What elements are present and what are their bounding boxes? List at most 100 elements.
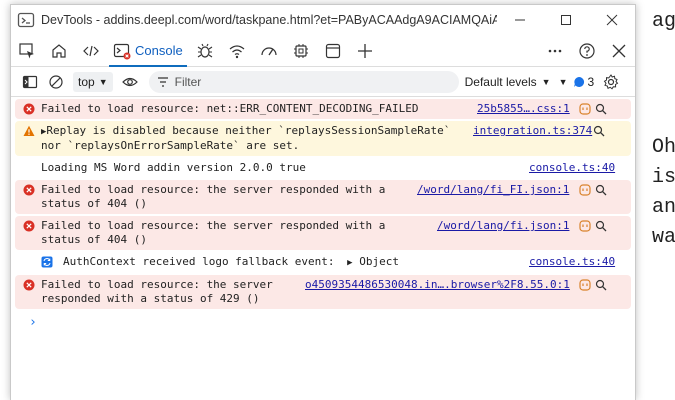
application-icon bbox=[325, 43, 340, 58]
search-icon bbox=[595, 184, 607, 196]
console-settings-button[interactable] bbox=[598, 69, 624, 95]
search-icon bbox=[595, 220, 607, 232]
background-page: ag Oh is an wa bbox=[636, 0, 675, 400]
plus-icon bbox=[357, 43, 372, 58]
console-message-error[interactable]: Failed to load resource: net::ERR_CONTEN… bbox=[15, 99, 631, 119]
filter-field[interactable] bbox=[148, 70, 459, 93]
home-icon bbox=[52, 43, 66, 58]
more-options-button[interactable] bbox=[539, 35, 571, 67]
explain-icon bbox=[579, 220, 591, 232]
prompt-chevron-icon: › bbox=[29, 315, 37, 330]
wifi-icon bbox=[229, 44, 245, 58]
panel-tab-bar: Console bbox=[11, 35, 635, 67]
console-output: Failed to load resource: net::ERR_CONTEN… bbox=[11, 97, 635, 330]
eye-icon bbox=[121, 77, 138, 86]
source-link[interactable]: integration.ts:374 bbox=[473, 124, 592, 138]
source-link[interactable]: console.ts:40 bbox=[529, 161, 615, 175]
log-levels-dropdown[interactable]: Default levels ▼ bbox=[465, 75, 551, 89]
console-prompt-input[interactable]: › bbox=[29, 315, 631, 330]
copilot-explain-button[interactable] bbox=[577, 183, 593, 197]
error-icon bbox=[23, 184, 35, 196]
gear-icon bbox=[603, 73, 619, 90]
background-text-line: wa bbox=[652, 226, 675, 249]
explain-icon bbox=[579, 279, 591, 291]
error-icon bbox=[23, 279, 35, 291]
console-message-error[interactable]: Failed to load resource: the server resp… bbox=[15, 180, 631, 214]
chevron-down-icon: ▼ bbox=[541, 76, 551, 87]
warning-icon bbox=[23, 125, 35, 136]
search-icon bbox=[595, 103, 607, 115]
message-text: Replay is disabled because neither `repl… bbox=[41, 124, 451, 152]
message-text: Failed to load resource: net::ERR_CONTEN… bbox=[41, 102, 419, 115]
search-icon bbox=[595, 279, 607, 291]
source-link[interactable]: o4509354486530048.in….browser%2F8.55.0:1 bbox=[305, 278, 570, 292]
log-levels-label: Default levels bbox=[464, 74, 537, 89]
chip-icon bbox=[293, 43, 308, 58]
maximize-icon bbox=[561, 15, 571, 25]
copilot-explain-button[interactable] bbox=[577, 219, 593, 233]
clear-console-button[interactable] bbox=[43, 69, 69, 95]
tab-memory[interactable] bbox=[285, 35, 317, 67]
tab-console[interactable]: Console bbox=[107, 35, 189, 67]
tab-application[interactable] bbox=[317, 35, 349, 67]
issues-counter[interactable]: ▼ 3 bbox=[559, 75, 595, 89]
inspect-element-button[interactable] bbox=[11, 35, 43, 67]
explain-icon bbox=[579, 184, 591, 196]
search-web-button[interactable] bbox=[593, 278, 609, 292]
object-expand-toggle[interactable]: ▶ Object bbox=[347, 255, 399, 268]
console-message-error[interactable]: Failed to load resource: the server resp… bbox=[15, 275, 631, 309]
filter-input[interactable] bbox=[174, 74, 435, 89]
context-selector[interactable]: top ▼ bbox=[73, 71, 113, 92]
background-text-line: ag bbox=[652, 10, 675, 33]
tab-performance[interactable] bbox=[253, 35, 285, 67]
chevron-down-icon: ▼ bbox=[558, 76, 568, 87]
search-icon bbox=[593, 125, 605, 137]
object-label: Object bbox=[359, 255, 399, 268]
background-text-line: Oh bbox=[652, 136, 675, 159]
source-link[interactable]: console.ts:40 bbox=[529, 255, 615, 269]
issues-icon bbox=[573, 76, 584, 87]
inspect-icon bbox=[19, 42, 34, 58]
devtools-window: DevTools - addins.deepl.com/word/taskpan… bbox=[10, 4, 636, 400]
tab-elements[interactable] bbox=[75, 35, 107, 67]
source-link[interactable]: /word/lang/fi.json:1 bbox=[437, 219, 569, 233]
copilot-explain-button[interactable] bbox=[577, 102, 593, 116]
source-link[interactable]: /word/lang/fi_FI.json:1 bbox=[417, 183, 569, 197]
background-text-line: an bbox=[652, 196, 675, 219]
console-message-log[interactable]: Loading MS Word addin version 2.0.0 true… bbox=[15, 158, 631, 178]
close-devtools-button[interactable] bbox=[603, 35, 635, 67]
live-expression-button[interactable] bbox=[117, 69, 143, 95]
help-icon bbox=[579, 42, 595, 59]
message-text: Failed to load resource: the server resp… bbox=[41, 183, 386, 210]
close-window-button[interactable] bbox=[589, 5, 635, 35]
show-sidebar-button[interactable] bbox=[17, 69, 43, 95]
more-tools-button[interactable] bbox=[349, 35, 381, 67]
search-web-button[interactable] bbox=[593, 219, 609, 233]
tab-welcome[interactable] bbox=[43, 35, 75, 67]
console-message-warning[interactable]: ▶Replay is disabled because neither `rep… bbox=[15, 121, 631, 156]
message-text: AuthContext received logo fallback event… bbox=[63, 255, 335, 268]
search-web-button[interactable] bbox=[593, 183, 609, 197]
filter-icon bbox=[157, 76, 168, 87]
minimize-button[interactable] bbox=[497, 5, 543, 35]
console-message-info[interactable]: AuthContext received logo fallback event… bbox=[15, 252, 631, 273]
console-icon bbox=[113, 43, 131, 59]
ellipsis-icon bbox=[548, 49, 562, 52]
tab-network[interactable] bbox=[221, 35, 253, 67]
context-selector-label: top bbox=[78, 74, 95, 89]
console-toolbar: top ▼ Default levels ▼ ▼ 3 bbox=[11, 67, 635, 97]
expand-triangle-icon: ▶ bbox=[347, 258, 353, 268]
message-text: Loading MS Word addin version 2.0.0 true bbox=[41, 161, 306, 174]
help-button[interactable] bbox=[571, 35, 603, 67]
search-web-button[interactable] bbox=[591, 124, 607, 138]
tab-sources[interactable] bbox=[189, 35, 221, 67]
copilot-explain-button[interactable] bbox=[577, 278, 593, 292]
close-icon bbox=[612, 44, 626, 57]
gauge-icon bbox=[261, 46, 277, 55]
code-icon bbox=[83, 45, 99, 56]
title-bar[interactable]: DevTools - addins.deepl.com/word/taskpan… bbox=[11, 5, 635, 35]
console-message-error[interactable]: Failed to load resource: the server resp… bbox=[15, 216, 631, 250]
source-link[interactable]: 25b5855….css:1 bbox=[477, 102, 570, 116]
maximize-button[interactable] bbox=[543, 5, 589, 35]
search-web-button[interactable] bbox=[593, 102, 609, 116]
